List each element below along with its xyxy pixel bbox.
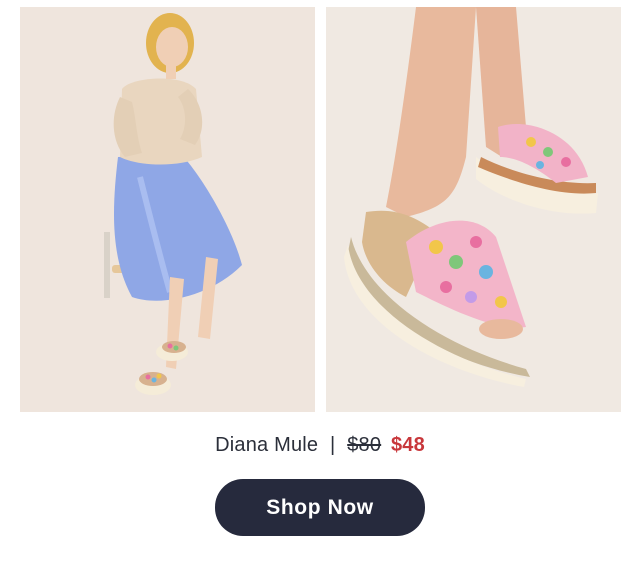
- sale-price: $48: [390, 434, 425, 456]
- caption-separator: |: [330, 434, 336, 456]
- promo-card: Diana Mule | $80 $48 Shop Now: [0, 0, 640, 580]
- shop-now-button[interactable]: Shop Now: [215, 479, 425, 536]
- product-caption: Diana Mule | $80 $48: [0, 430, 640, 460]
- shoe-illustration: [326, 7, 621, 412]
- product-name[interactable]: Diana Mule: [215, 434, 318, 456]
- product-closeup-image[interactable]: [326, 7, 621, 412]
- model-illustration: [20, 7, 315, 412]
- original-price: $80: [347, 434, 382, 456]
- model-lifestyle-image[interactable]: [20, 7, 315, 412]
